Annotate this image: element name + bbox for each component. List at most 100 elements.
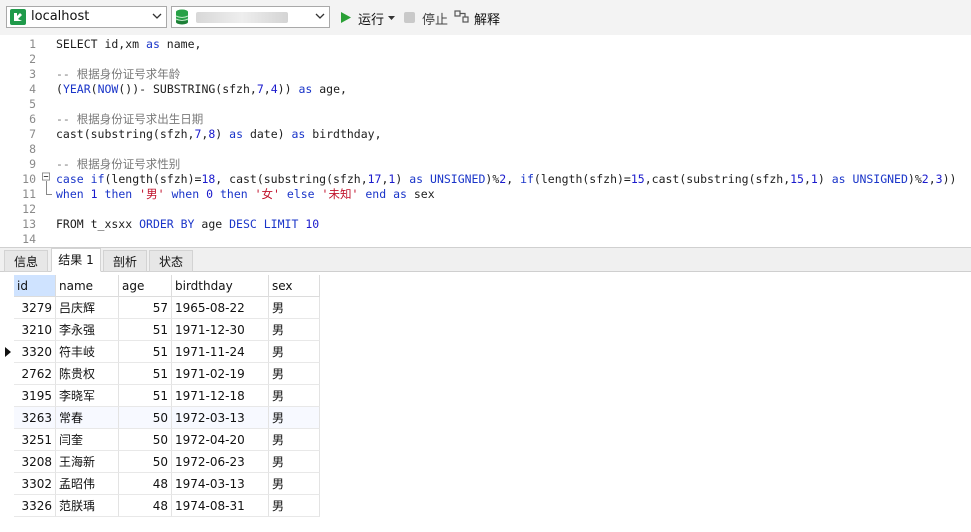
cell-id[interactable]: 3326 [14, 495, 56, 517]
code-line[interactable]: 7 cast(substring(sfzh,7,8) as date) as bi… [0, 127, 971, 142]
cell-name[interactable]: 闫奎 [56, 429, 119, 451]
cell-birdthday[interactable]: 1971-12-18 [172, 385, 269, 407]
stop-button[interactable]: 停止 [402, 4, 450, 30]
tab-status[interactable]: 状态 [149, 250, 193, 272]
run-button[interactable]: 运行 [338, 4, 400, 30]
code-line[interactable]: 5 [0, 97, 971, 112]
cell-age[interactable]: 57 [119, 297, 172, 319]
cell-birdthday[interactable]: 1965-08-22 [172, 297, 269, 319]
cell-sex[interactable]: 男 [269, 319, 320, 341]
cell-name[interactable]: 符丰岐 [56, 341, 119, 363]
cell-birdthday[interactable]: 1971-02-19 [172, 363, 269, 385]
code-line[interactable]: 4 (YEAR(NOW())- SUBSTRING(sfzh,7,4)) as a… [0, 82, 971, 97]
cell-name[interactable]: 孟昭伟 [56, 473, 119, 495]
cell-age[interactable]: 48 [119, 495, 172, 517]
code-token: ,cast(substring(sfzh, [644, 172, 791, 186]
cell-birdthday[interactable]: 1972-04-20 [172, 429, 269, 451]
cell-sex[interactable]: 男 [269, 385, 320, 407]
cell-id[interactable]: 3320 [14, 341, 56, 363]
cell-sex[interactable]: 男 [269, 341, 320, 363]
code-line[interactable]: 8 [0, 142, 971, 157]
cell-age[interactable]: 51 [119, 341, 172, 363]
cell-id[interactable]: 3208 [14, 451, 56, 473]
cell-age[interactable]: 51 [119, 363, 172, 385]
connection-name: localhost [31, 9, 90, 24]
cell-id[interactable]: 3263 [14, 407, 56, 429]
code-line[interactable]: 9 -- 根据身份证号求性别 [0, 157, 971, 172]
code-line[interactable]: 14 [0, 232, 971, 247]
cell-birdthday[interactable]: 1972-03-13 [172, 407, 269, 429]
column-header-sex[interactable]: sex [269, 275, 320, 297]
code-token: if [520, 172, 534, 186]
connection-select[interactable]: localhost [6, 6, 167, 28]
cell-age[interactable]: 50 [119, 429, 172, 451]
code-line[interactable]: 6 -- 根据身份证号求出生日期 [0, 112, 971, 127]
code-line[interactable]: 11 when 1 then '男' when 0 then '女' else '… [0, 187, 971, 202]
cell-sex[interactable]: 男 [269, 429, 320, 451]
table-row[interactable]: 3263 常春 50 1972-03-13 男 [0, 407, 320, 429]
explain-icon [454, 10, 469, 23]
cell-birdthday[interactable]: 1972-06-23 [172, 451, 269, 473]
table-row[interactable]: 3251 闫奎 50 1972-04-20 男 [0, 429, 320, 451]
cell-name[interactable]: 王海新 [56, 451, 119, 473]
cell-name[interactable]: 李晓军 [56, 385, 119, 407]
tab-status-label: 状态 [158, 255, 183, 269]
cell-birdthday[interactable]: 1974-08-31 [172, 495, 269, 517]
code-token: ) [817, 172, 832, 186]
cell-sex[interactable]: 男 [269, 451, 320, 473]
cell-birdthday[interactable]: 1971-12-30 [172, 319, 269, 341]
cell-id[interactable]: 3302 [14, 473, 56, 495]
explain-button[interactable]: 解释 [453, 4, 505, 30]
sql-editor[interactable]: 1 SELECT id,xm as name, 2 3 -- 根据身份证号求年龄 4 (YE… [0, 35, 971, 246]
explain-label: 解释 [474, 13, 501, 28]
tab-result-1[interactable]: 结果 1 [51, 248, 101, 272]
cell-age[interactable]: 48 [119, 473, 172, 495]
table-row[interactable]: 3326 范朕瑀 48 1974-08-31 男 [0, 495, 320, 517]
cell-id[interactable]: 3251 [14, 429, 56, 451]
run-label: 运行 [358, 13, 385, 28]
column-header-name[interactable]: name [56, 275, 119, 297]
cell-sex[interactable]: 男 [269, 363, 320, 385]
cell-age[interactable]: 51 [119, 385, 172, 407]
tab-info[interactable]: 信息 [4, 250, 48, 272]
cell-id[interactable]: 3195 [14, 385, 56, 407]
cell-sex[interactable]: 男 [269, 473, 320, 495]
column-header-age[interactable]: age [119, 275, 172, 297]
table-row[interactable]: 3210 李永强 51 1971-12-30 男 [0, 319, 320, 341]
cell-name[interactable]: 李永强 [56, 319, 119, 341]
code-line[interactable]: 2 [0, 52, 971, 67]
cell-age[interactable]: 51 [119, 319, 172, 341]
cell-age[interactable]: 50 [119, 451, 172, 473]
cell-id[interactable]: 3279 [14, 297, 56, 319]
cell-sex[interactable]: 男 [269, 495, 320, 517]
table-row[interactable]: 3320 符丰岐 51 1971-11-24 男 [0, 341, 320, 363]
cell-name[interactable]: 陈贵权 [56, 363, 119, 385]
cell-id[interactable]: 3210 [14, 319, 56, 341]
tab-profile[interactable]: 剖析 [103, 250, 147, 272]
cell-name[interactable]: 范朕瑀 [56, 495, 119, 517]
table-row[interactable]: 3302 孟昭伟 48 1974-03-13 男 [0, 473, 320, 495]
cell-birdthday[interactable]: 1971-11-24 [172, 341, 269, 363]
cell-birdthday[interactable]: 1974-03-13 [172, 473, 269, 495]
cell-sex[interactable]: 男 [269, 297, 320, 319]
column-header-birdthday[interactable]: birdthday [172, 275, 269, 297]
table-row[interactable]: 2762 陈贵权 51 1971-02-19 男 [0, 363, 320, 385]
results-grid[interactable]: id name age birdthday sex 3279 吕庆辉 57 1965-… [0, 272, 971, 532]
cell-name[interactable]: 常春 [56, 407, 119, 429]
table-row[interactable]: 3208 王海新 50 1972-06-23 男 [0, 451, 320, 473]
cell-id[interactable]: 2762 [14, 363, 56, 385]
code-token: as [831, 172, 846, 186]
cell-name[interactable]: 吕庆辉 [56, 297, 119, 319]
code-line[interactable]: 3 -- 根据身份证号求年龄 [0, 67, 971, 82]
database-select[interactable] [171, 6, 330, 28]
table-row[interactable]: 3279 吕庆辉 57 1965-08-22 男 [0, 297, 320, 319]
cell-age[interactable]: 50 [119, 407, 172, 429]
code-line[interactable]: 1 SELECT id,xm as name, [0, 37, 971, 52]
code-token: ( [90, 82, 98, 96]
column-header-id[interactable]: id [14, 275, 56, 297]
code-line[interactable]: 12 [0, 202, 971, 217]
table-row[interactable]: 3195 李晓军 51 1971-12-18 男 [0, 385, 320, 407]
code-line[interactable]: 13 FROM t_xsxx ORDER BY age DESC LIMIT 10 [0, 217, 971, 232]
code-line[interactable]: 10 case if(length(sfzh)=18, cast(substrin… [0, 172, 971, 187]
cell-sex[interactable]: 男 [269, 407, 320, 429]
